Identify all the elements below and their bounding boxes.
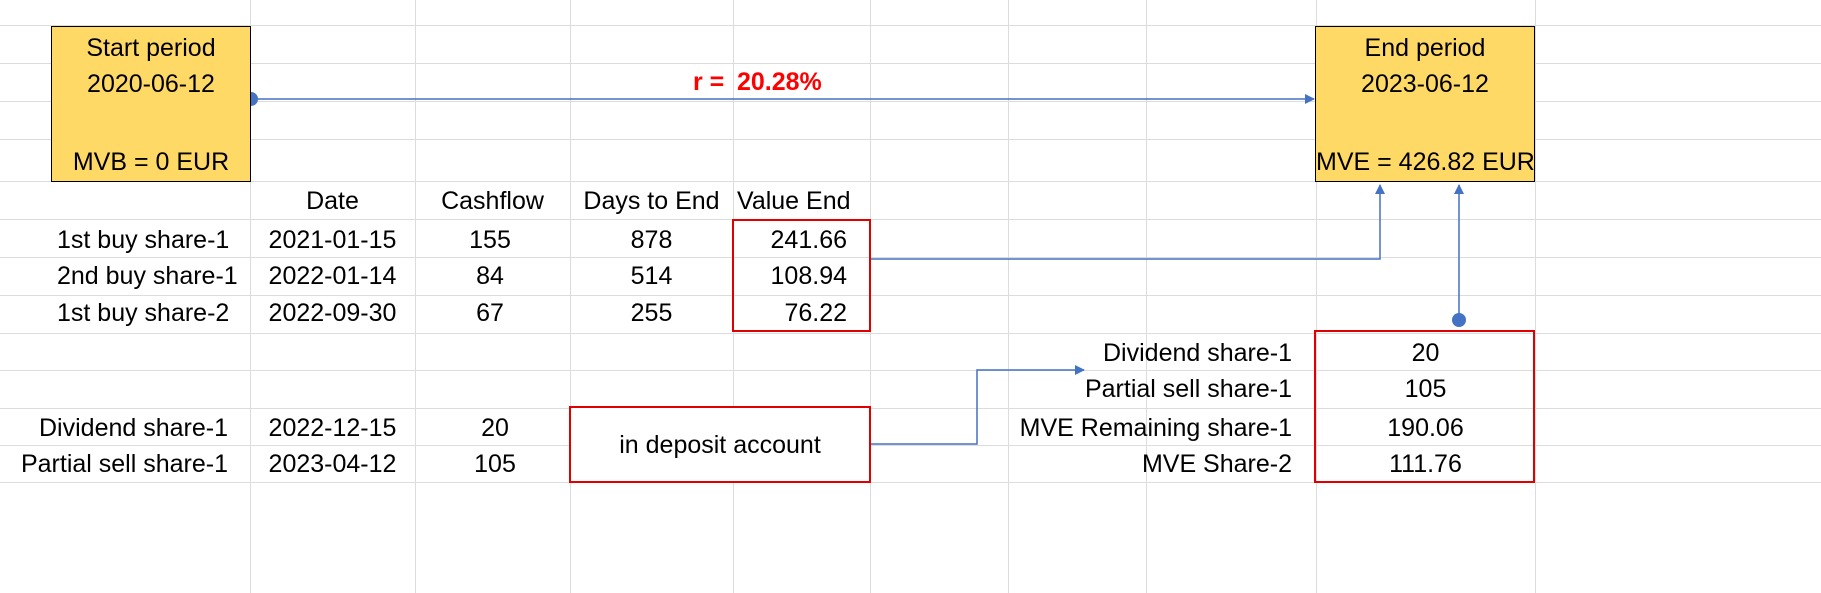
deposit-note[interactable]: in deposit account [571,430,869,460]
row-cashflow[interactable]: 155 [415,225,565,255]
row-cashflow[interactable]: 67 [415,298,565,328]
header-value-end[interactable]: Value End [737,186,870,216]
deposit-note-box: in deposit account [569,406,871,483]
summary-value[interactable]: 20 [1316,338,1535,368]
end-period-date: 2023-06-12 [1361,70,1489,98]
summary-dot [1452,313,1466,327]
row-date[interactable]: 2021-01-15 [250,225,415,255]
start-period-title: Start period [86,34,216,62]
cash-amount[interactable]: 20 [415,413,575,443]
start-period-box: Start period 2020-06-12 MVB = 0 EUR [51,26,251,182]
summary-label[interactable]: MVE Share-2 [900,449,1292,479]
cash-date[interactable]: 2023-04-12 [250,449,415,479]
summary-value[interactable]: 111.76 [1316,449,1535,479]
rate-value: 20.28% [737,68,822,96]
row-date[interactable]: 2022-09-30 [250,298,415,328]
cash-date[interactable]: 2022-12-15 [250,413,415,443]
summary-label[interactable]: MVE Remaining share-1 [900,413,1292,443]
start-period-date: 2020-06-12 [87,70,215,98]
header-days-to-end[interactable]: Days to End [570,186,733,216]
header-cashflow[interactable]: Cashflow [415,186,570,216]
end-period-value: MVE = 426.82 EUR [1316,148,1535,176]
row-days[interactable]: 878 [570,225,733,255]
row-label[interactable]: 2nd buy share-1 [57,261,238,291]
end-period-title: End period [1364,34,1486,62]
cash-label[interactable]: Dividend share-1 [0,413,228,443]
row-days[interactable]: 514 [570,261,733,291]
cash-label[interactable]: Partial sell share-1 [0,449,228,479]
summary-label[interactable]: Dividend share-1 [900,338,1292,368]
summary-value[interactable]: 105 [1316,374,1535,404]
header-date[interactable]: Date [250,186,415,216]
value-end-highlight [732,219,871,332]
end-period-box: End period 2023-06-12 MVE = 426.82 EUR [1315,26,1535,182]
row-label[interactable]: 1st buy share-2 [57,298,229,328]
row-days[interactable]: 255 [570,298,733,328]
row-date[interactable]: 2022-01-14 [250,261,415,291]
spreadsheet: Start period 2020-06-12 MVB = 0 EUR End … [0,0,1821,593]
start-period-value: MVB = 0 EUR [72,148,230,176]
summary-label[interactable]: Partial sell share-1 [900,374,1292,404]
rate-label: r = [693,68,725,96]
summary-value[interactable]: 190.06 [1316,413,1535,443]
cash-amount[interactable]: 105 [415,449,575,479]
row-label[interactable]: 1st buy share-1 [57,225,229,255]
row-cashflow[interactable]: 84 [415,261,565,291]
connector-arrows [244,92,1466,445]
value-end-connector [871,184,1385,260]
